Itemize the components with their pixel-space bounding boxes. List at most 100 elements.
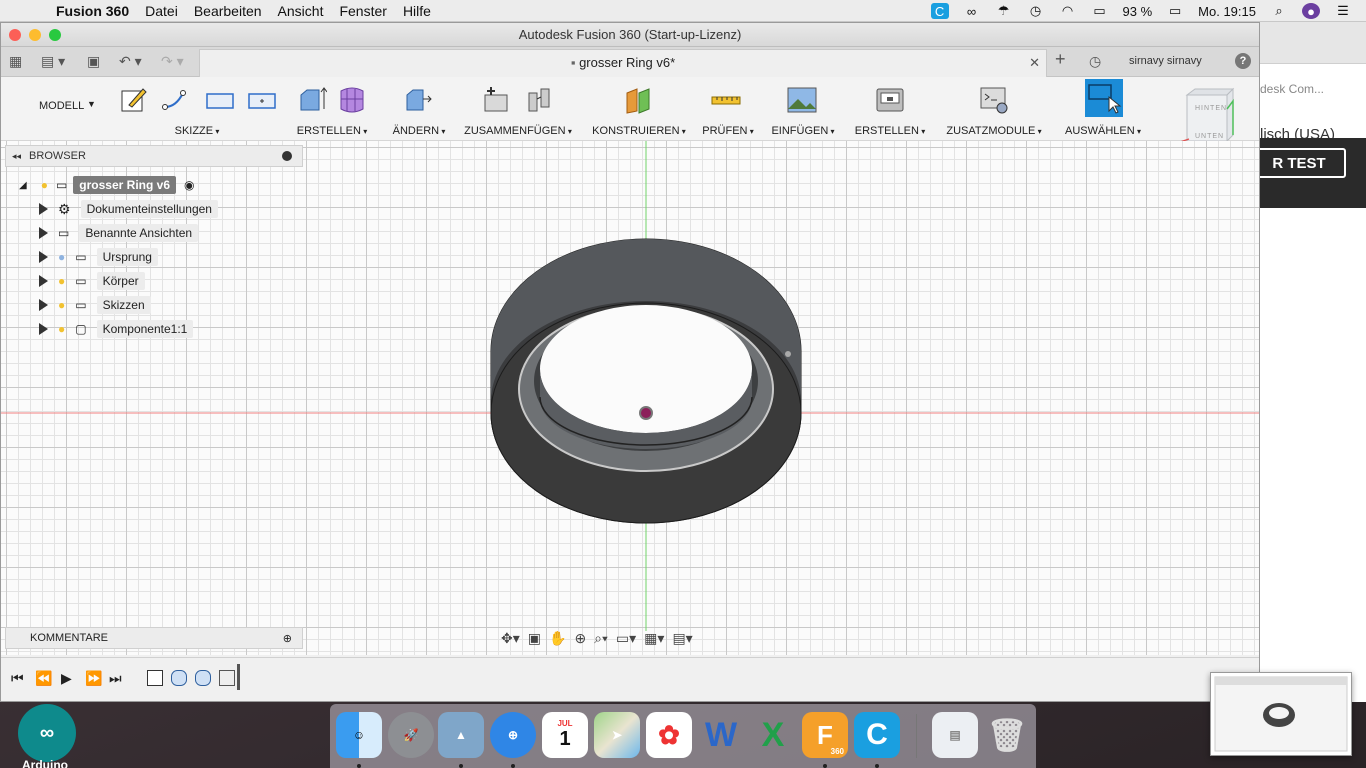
group-auswaehlen[interactable]: AUSWÄHLEN	[1061, 77, 1145, 141]
go-to-start-icon[interactable]: ⏮	[11, 670, 24, 687]
expand-arrow-icon[interactable]	[39, 203, 48, 215]
timeline-sketch-icon[interactable]	[147, 670, 163, 686]
offset-plane-icon[interactable]	[623, 85, 653, 115]
finder-icon[interactable]: ☺	[336, 712, 382, 758]
group-zusatzmodule[interactable]: ZUSATZMODULE	[943, 77, 1045, 141]
scripts-addins-icon[interactable]	[979, 85, 1009, 115]
safari-icon[interactable]: ⊕	[490, 712, 536, 758]
maps-icon[interactable]: ➤	[594, 712, 640, 758]
notification-center-icon[interactable]: ☰	[1334, 3, 1352, 19]
line-tool-icon[interactable]	[161, 85, 191, 115]
expand-triangle-icon[interactable]: ◢	[19, 180, 27, 191]
joint-icon[interactable]	[525, 85, 555, 115]
clock[interactable]: Mo. 19:15	[1198, 4, 1256, 19]
new-component-icon[interactable]	[481, 85, 511, 115]
pan-icon[interactable]: ✋	[549, 630, 566, 647]
save-icon[interactable]: ▣	[87, 53, 100, 70]
group-aendern[interactable]: ÄNDERN	[389, 77, 449, 141]
3d-print-icon[interactable]	[875, 85, 905, 115]
zoom-window-icon[interactable]: ⌕▾	[594, 630, 608, 647]
browser-header[interactable]: ◂◂ BROWSER	[5, 145, 303, 167]
test-button[interactable]: R TEST	[1252, 148, 1346, 178]
timeline-extrude-icon[interactable]	[195, 670, 211, 686]
go-to-end-icon[interactable]: ⏭	[109, 670, 122, 687]
siri-icon[interactable]: ●	[1302, 3, 1320, 19]
group-pruefen[interactable]: PRÜFEN	[699, 77, 757, 141]
grid-settings-icon[interactable]: ▦▾	[644, 630, 664, 647]
timeline-marker[interactable]	[237, 664, 240, 690]
document-tab[interactable]: ▪ grosser Ring v6* ✕	[199, 49, 1047, 77]
comments-panel[interactable]: KOMMENTARE ⊕	[5, 627, 303, 649]
fusion-360-icon[interactable]: F 360	[802, 712, 848, 758]
minimize-window-button[interactable]	[29, 29, 41, 41]
play-icon[interactable]: ▶	[61, 670, 72, 687]
orbit-icon[interactable]: ✥▾	[501, 630, 520, 647]
viewport-canvas[interactable]: ◂◂ BROWSER ◢ ● ▭ grosser Ring v6 ◉ ⚙ Dok…	[1, 141, 1259, 655]
expand-arrow-icon[interactable]	[39, 227, 48, 239]
group-einfuegen[interactable]: EINFÜGEN	[769, 77, 837, 141]
close-window-button[interactable]	[9, 29, 21, 41]
step-back-icon[interactable]: ⏪	[35, 670, 52, 687]
measure-icon[interactable]	[711, 85, 741, 115]
look-at-icon[interactable]: ▣	[528, 630, 541, 647]
lightbulb-off-icon[interactable]: ●	[58, 250, 65, 264]
group-skizze[interactable]: SKIZZE	[113, 77, 281, 141]
eagle-icon[interactable]: ▲	[438, 712, 484, 758]
spotlight-search-icon[interactable]: ⌕	[1270, 3, 1288, 19]
close-tab-icon[interactable]: ✕	[1029, 50, 1040, 76]
undo-icon[interactable]: ↶ ▾	[119, 53, 142, 70]
timeline-extrude-icon[interactable]	[171, 670, 187, 686]
tree-item-dokumenteinstellungen[interactable]: ⚙ Dokumenteinstellungen	[39, 199, 218, 219]
expand-arrow-icon[interactable]	[39, 299, 48, 311]
workspace-switcher[interactable]: MODELL ▼	[11, 77, 107, 141]
menu-fenster[interactable]: Fenster	[339, 3, 386, 19]
tree-item-skizzen[interactable]: ● ▭ Skizzen	[39, 295, 151, 315]
tree-item-ursprung[interactable]: ● ▭ Ursprung	[39, 247, 158, 267]
craft-icon[interactable]: C	[930, 3, 949, 19]
center-rectangle-icon[interactable]	[247, 85, 277, 115]
viewports-icon[interactable]: ▤▾	[672, 630, 692, 647]
job-status-icon[interactable]: ◷	[1089, 53, 1101, 70]
lightbulb-icon[interactable]: ●	[58, 298, 65, 312]
insert-canvas-icon[interactable]	[787, 85, 817, 115]
redo-icon[interactable]: ↷ ▾	[161, 53, 184, 70]
creative-cloud-icon[interactable]: ∞	[963, 3, 981, 19]
airplay-icon[interactable]: ▭	[1091, 3, 1109, 19]
lightbulb-icon[interactable]: ●	[41, 178, 48, 192]
app-menu[interactable]: Fusion 360	[56, 3, 129, 19]
group-erstellen-2[interactable]: ERSTELLEN	[851, 77, 929, 141]
photos-icon[interactable]: ✿	[646, 712, 692, 758]
menu-hilfe[interactable]: Hilfe	[403, 3, 431, 19]
craft-c-icon[interactable]: C	[854, 712, 900, 758]
new-tab-icon[interactable]: +	[1055, 49, 1066, 70]
tree-item-komponente[interactable]: ● ▢ Komponente1:1	[39, 319, 194, 339]
tree-item-koerper[interactable]: ● ▭ Körper	[39, 271, 145, 291]
expand-arrow-icon[interactable]	[39, 275, 48, 287]
trash-icon[interactable]: 🗑	[984, 712, 1030, 758]
arduino-app-icon[interactable]: ∞	[18, 704, 76, 762]
time-machine-icon[interactable]: ◷	[1027, 3, 1045, 19]
activate-radio-icon[interactable]: ◉	[184, 178, 194, 192]
menu-ansicht[interactable]: Ansicht	[278, 3, 324, 19]
group-konstruieren[interactable]: KONSTRUIEREN	[591, 77, 687, 141]
documents-stack-icon[interactable]: ▤	[932, 712, 978, 758]
wifi-icon[interactable]: ◠	[1059, 3, 1077, 19]
help-icon[interactable]: ?	[1235, 53, 1251, 69]
step-forward-icon[interactable]: ⏩	[85, 670, 102, 687]
form-icon[interactable]	[337, 85, 367, 115]
word-icon[interactable]: W	[698, 712, 744, 758]
battery-percent[interactable]: 93 %	[1123, 4, 1153, 19]
calendar-icon[interactable]: JUL 1	[542, 712, 588, 758]
zoom-icon[interactable]: ⊕	[574, 630, 586, 647]
excel-icon[interactable]: X	[750, 712, 796, 758]
select-icon[interactable]	[1085, 79, 1123, 117]
extrude-icon[interactable]	[297, 85, 327, 115]
zoom-window-button[interactable]	[49, 29, 61, 41]
add-comment-icon[interactable]: ⊕	[283, 632, 292, 645]
file-icon[interactable]: ▤ ▾	[41, 53, 65, 70]
app-grid-icon[interactable]: ▦	[9, 53, 22, 70]
create-sketch-icon[interactable]	[119, 85, 149, 115]
tree-root-label[interactable]: grosser Ring v6	[73, 176, 176, 194]
collapse-panel-icon[interactable]: ◂◂	[12, 151, 21, 162]
group-erstellen[interactable]: ERSTELLEN	[291, 77, 373, 141]
